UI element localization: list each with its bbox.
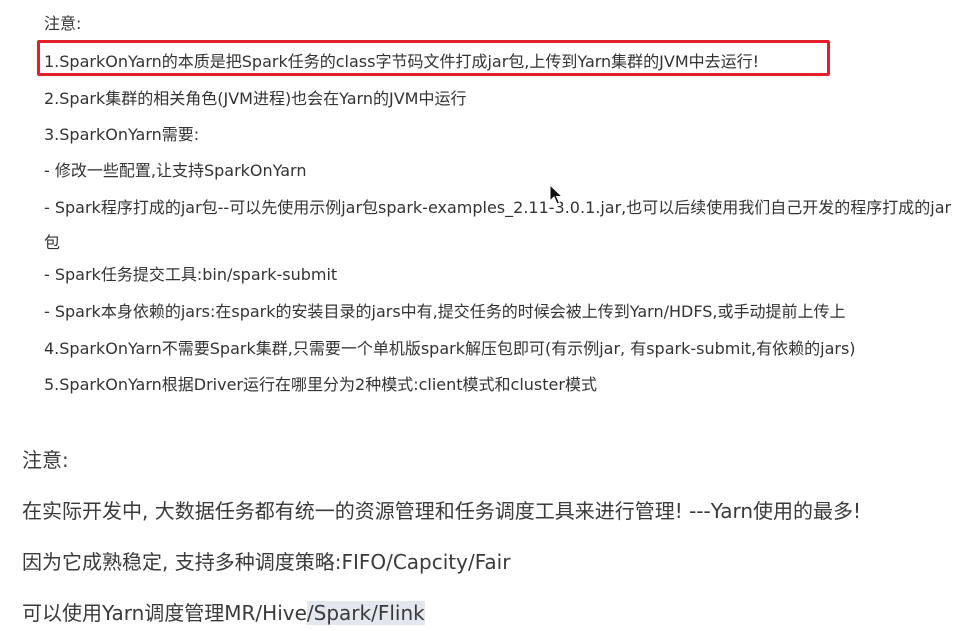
selected-text[interactable]: /Spark/Flink (306, 601, 425, 625)
note-item-9: 5.SparkOnYarn根据Driver运行在哪里分为2种模式:client模… (44, 375, 597, 394)
note-item-5: - Spark程序打成的jar包--可以先使用示例jar包spark-examp… (44, 198, 952, 252)
note-item-7: - Spark本身依赖的jars:在spark的安装目录的jars中有,提交任务… (44, 302, 846, 321)
summary-line-1: 在实际开发中, 大数据任务都有统一的资源管理和任务调度工具来进行管理! ---Y… (22, 499, 862, 523)
note-item-3: 3.SparkOnYarn需要: (44, 125, 200, 144)
mouse-pointer-icon (549, 184, 563, 205)
summary-line-3: 可以使用Yarn调度管理MR/Hive/Spark/Flink (22, 600, 425, 626)
note-item-4: - 修改一些配置,让支持SparkOnYarn (44, 161, 307, 180)
summary-line-3-text: 可以使用Yarn调度管理MR/Hive (22, 601, 307, 625)
summary-heading: 注意: (22, 448, 69, 472)
note-item-8: 4.SparkOnYarn不需要Spark集群,只需要一个单机版spark解压包… (44, 339, 856, 358)
note-item-1: 1.SparkOnYarn的本质是把Spark任务的class字节码文件打成ja… (44, 52, 760, 71)
note-item-2: 2.Spark集群的相关角色(JVM进程)也会在Yarn的JVM中运行 (44, 89, 467, 108)
note-item-6: - Spark任务提交工具:bin/spark-submit (44, 265, 338, 284)
notes-heading: 注意: (44, 14, 82, 33)
summary-line-2: 因为它成熟稳定, 支持多种调度策略:FIFO/Capcity/Fair (22, 550, 511, 574)
